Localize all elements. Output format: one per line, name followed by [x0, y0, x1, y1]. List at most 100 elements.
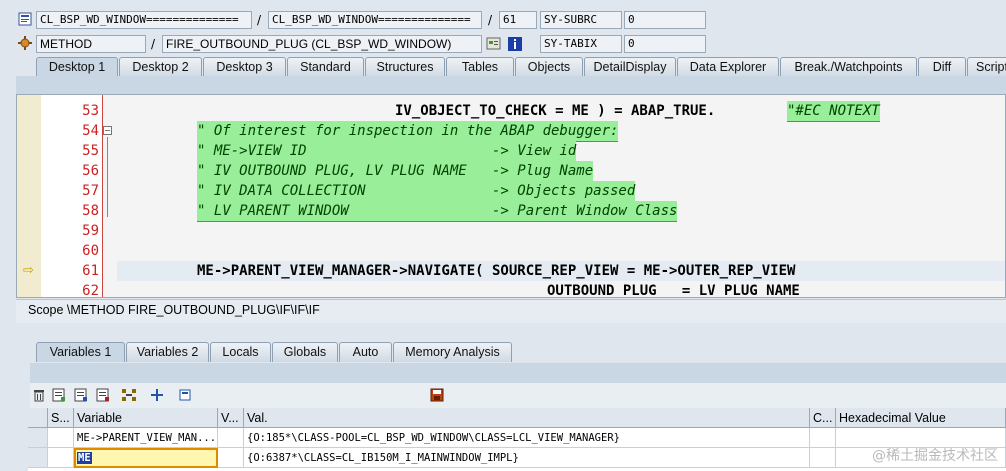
method-name-field[interactable]: FIRE_OUTBOUND_PLUG (CL_BSP_WD_WINDOW) — [162, 35, 482, 53]
code-line[interactable]: 53 IV_OBJECT_TO_CHECK = ME ) = ABAP_TRUE… — [17, 101, 1005, 122]
save-icon[interactable] — [428, 386, 446, 404]
variable-input-text: ME — [77, 452, 92, 464]
line-number: 57 — [82, 183, 99, 199]
code-view-icon[interactable] — [486, 36, 502, 52]
tab-memory-analysis[interactable]: Memory Analysis — [393, 342, 512, 362]
row-selector[interactable] — [28, 448, 48, 468]
current-statement-arrow-icon: ⇨ — [23, 263, 34, 278]
column-header-variable[interactable]: Variable — [74, 408, 218, 428]
row-selector-header[interactable] — [28, 408, 48, 428]
line-number: 59 — [82, 223, 99, 239]
program-icon — [16, 10, 34, 28]
line-number: 56 — [82, 163, 99, 179]
status-cell — [48, 448, 74, 468]
code-text: ME->PARENT_VIEW_MANAGER->NAVIGATE( SOURC… — [197, 263, 796, 279]
include-field[interactable]: CL_BSP_WD_WINDOW============== — [268, 11, 482, 29]
tab-diff[interactable]: Diff — [918, 57, 966, 77]
settings-icon[interactable] — [176, 386, 194, 404]
source-code-editor[interactable]: 53 IV_OBJECT_TO_CHECK = ME ) = ABAP_TRUE… — [16, 94, 1006, 298]
line-number: 58 — [82, 203, 99, 219]
tab-locals[interactable]: Locals — [210, 342, 271, 362]
line-number: 54 — [82, 123, 99, 139]
info-icon[interactable] — [507, 36, 523, 52]
tab-detaildisplay[interactable]: DetailDisplay — [584, 57, 676, 77]
code-text: IV_OBJECT_TO_CHECK = ME ) = ABAP_TRUE. — [395, 103, 724, 119]
tab-standard[interactable]: Standard — [287, 57, 364, 77]
value-cell[interactable]: {O:6387*\CLASS=CL_IB150M_I_MAINWINDOW_IM… — [244, 448, 810, 468]
export-icon[interactable] — [94, 386, 112, 404]
details-icon[interactable] — [50, 386, 68, 404]
header-row-method — [0, 33, 34, 53]
code-line[interactable]: 57 " IV DATA COLLECTION -> Objects passe… — [17, 181, 1005, 202]
variables-tab-band — [30, 363, 1006, 383]
code-line[interactable]: 54 − " Of interest for inspection in the… — [17, 121, 1005, 142]
code-comment: "#EC NOTEXT — [787, 101, 880, 122]
line-number: 60 — [82, 243, 99, 259]
tab-objects[interactable]: Objects — [515, 57, 583, 77]
change-cell — [810, 448, 836, 468]
code-line[interactable]: 56 " IV OUTBOUND PLUG, LV PLUG NAME -> P… — [17, 161, 1005, 182]
tab-structures[interactable]: Structures — [365, 57, 445, 77]
debugger-header: CL_BSP_WD_WINDOW============== / CL_BSP_… — [0, 0, 1006, 58]
tab-desktop-2[interactable]: Desktop 2 — [119, 57, 202, 77]
tab-auto[interactable]: Auto — [339, 342, 392, 362]
collapse-icon[interactable]: − — [103, 126, 112, 135]
column-header-value-type[interactable]: V... — [218, 408, 244, 428]
row-selector[interactable] — [28, 428, 48, 448]
tab-desktop-1[interactable]: Desktop 1 — [36, 57, 118, 77]
variables-tab-strip: Variables 1 Variables 2 Locals Globals A… — [0, 342, 1006, 363]
column-header-value[interactable]: Val. — [244, 408, 810, 428]
tab-script[interactable]: Script — [967, 57, 1006, 77]
tab-variables-2[interactable]: Variables 2 — [126, 342, 209, 362]
code-line[interactable]: 58 " LV PARENT WINDOW -> Parent Window C… — [17, 201, 1005, 222]
sysvar-value-tabix[interactable]: 0 — [624, 35, 706, 53]
header-row-program — [0, 9, 34, 29]
code-line-current[interactable]: ⇨ 61 ME->PARENT_VIEW_MANAGER->NAVIGATE( … — [17, 261, 1005, 281]
tab-data-explorer[interactable]: Data Explorer — [677, 57, 779, 77]
code-line[interactable]: 62 OUTBOUND PLUG = LV PLUG NAME — [17, 281, 1005, 298]
sysvar-label-tabix: SY-TABIX — [540, 35, 622, 53]
separator: / — [257, 13, 262, 27]
value-type-cell — [218, 428, 244, 448]
code-text: OUTBOUND PLUG = LV PLUG NAME — [547, 283, 800, 298]
navigate-icon[interactable] — [148, 386, 166, 404]
code-comment: " Of interest for inspection in the ABAP… — [197, 121, 619, 142]
tab-variables-1[interactable]: Variables 1 — [36, 342, 125, 362]
column-header-status[interactable]: S... — [48, 408, 74, 428]
scope-label: Scope \METHOD FIRE_OUTBOUND_PLUG\IF\IF\I… — [28, 303, 320, 317]
hierarchy-icon[interactable] — [120, 386, 138, 404]
line-number: 61 — [82, 263, 99, 279]
change-cell — [810, 428, 836, 448]
sysvar-value-subrc[interactable]: 0 — [624, 11, 706, 29]
kind-field[interactable]: METHOD — [36, 35, 146, 53]
value-cell[interactable]: {O:185*\CLASS-POOL=CL_BSP_WD_WINDOW\CLAS… — [244, 428, 810, 448]
column-header-change[interactable]: C... — [810, 408, 836, 428]
desktop-tab-strip: Desktop 1 Desktop 2 Desktop 3 Standard S… — [0, 57, 1006, 77]
code-comment: " IV OUTBOUND PLUG, LV PLUG NAME -> Plug… — [197, 161, 594, 182]
code-line[interactable]: 59 — [17, 221, 1005, 241]
tab-band — [16, 76, 1006, 94]
code-line[interactable]: 55 " ME->VIEW ID -> View id — [17, 141, 1005, 162]
import-icon[interactable] — [72, 386, 90, 404]
tab-desktop-3[interactable]: Desktop 3 — [203, 57, 286, 77]
variables-table: S... Variable V... Val. C... Hexadecimal… — [28, 408, 1006, 471]
line-field[interactable]: 61 — [499, 11, 537, 29]
variable-cell[interactable]: ME->PARENT_VIEW_MAN... — [74, 428, 218, 448]
line-number: 55 — [82, 143, 99, 159]
line-number: 62 — [82, 283, 99, 298]
watermark: @稀土掘金技术社区 — [872, 448, 998, 464]
program-field[interactable]: CL_BSP_WD_WINDOW============== — [36, 11, 252, 29]
tab-globals[interactable]: Globals — [272, 342, 338, 362]
tab-tables[interactable]: Tables — [446, 57, 514, 77]
tab-breakpoints[interactable]: Break./Watchpoints — [780, 57, 917, 77]
code-comment: " ME->VIEW ID -> View id — [197, 141, 577, 162]
column-header-hex[interactable]: Hexadecimal Value — [836, 408, 1006, 428]
code-line[interactable]: 60 — [17, 241, 1005, 261]
line-number: 53 — [82, 103, 99, 119]
delete-icon[interactable] — [30, 386, 48, 404]
code-comment: " IV DATA COLLECTION -> Objects passed — [197, 181, 636, 202]
separator: / — [488, 13, 493, 27]
separator: / — [151, 37, 156, 51]
variable-input[interactable]: ME — [74, 448, 218, 468]
code-comment: " LV PARENT WINDOW -> Parent Window Clas… — [197, 201, 678, 222]
